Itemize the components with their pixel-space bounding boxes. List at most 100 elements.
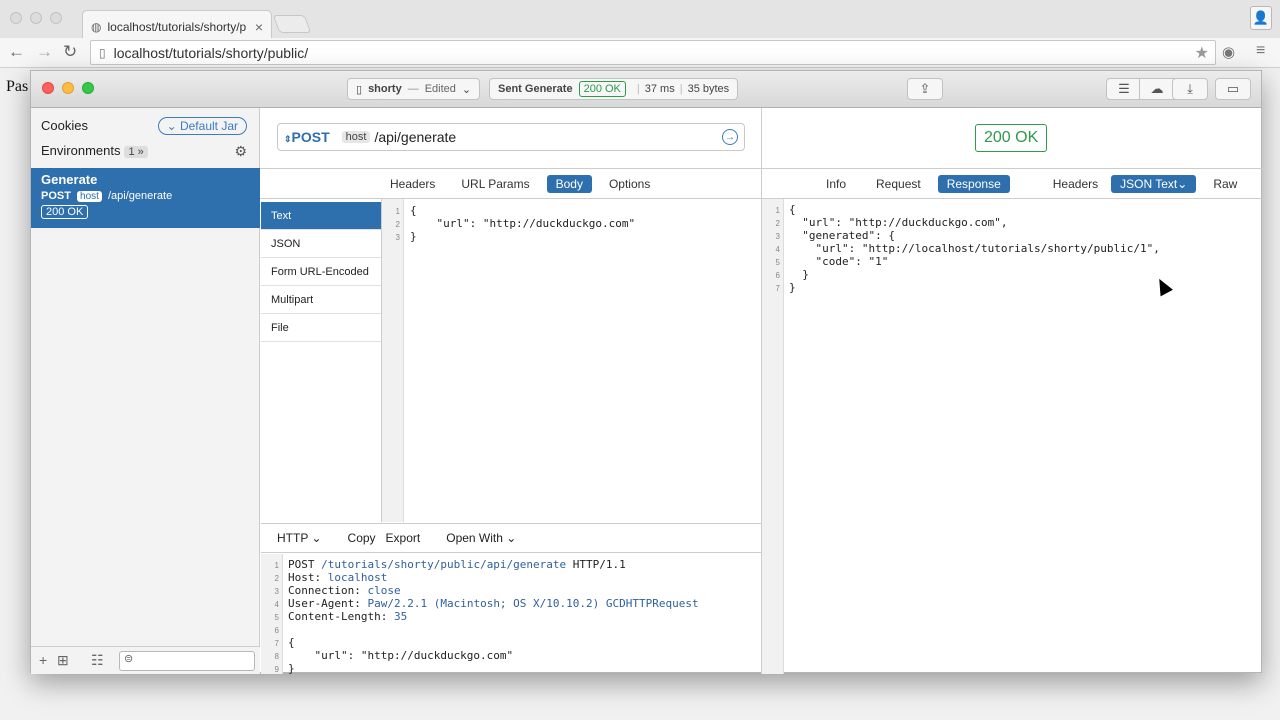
json-line: "url": "http://duckduckgo.com",: [789, 216, 1008, 229]
request-path: /api/generate: [107, 190, 173, 202]
document-name: shorty: [368, 83, 402, 95]
browser-zoom-button[interactable]: [50, 12, 62, 24]
raw-line: Connection: close: [288, 584, 401, 597]
tab-url-params[interactable]: URL Params: [452, 175, 538, 193]
open-with-button[interactable]: Open With ⌄: [446, 531, 516, 545]
document-state: Edited: [424, 83, 456, 95]
browser-tab[interactable]: ◍ localhost/tutorials/shorty/p ×: [82, 10, 272, 38]
chevron-down-icon: ⌄: [1177, 177, 1188, 191]
document-selector[interactable]: ▯ shorty — Edited ⌄: [347, 78, 481, 100]
header-value: Paw/2.2.1 (Macintosh; OS X/10.10.2) GCDH…: [367, 597, 699, 610]
raw-method: POST: [288, 558, 315, 571]
search-input[interactable]: ⊜: [119, 651, 255, 671]
status-badge: 200 OK: [578, 81, 626, 97]
format-selector[interactable]: HTTP ⌄: [277, 531, 322, 545]
line-number: 5: [274, 613, 279, 622]
tab-resp-headers[interactable]: Headers: [1044, 175, 1107, 193]
chevron-down-icon: ⌄: [506, 531, 517, 545]
tab-response[interactable]: Response: [937, 175, 1010, 193]
body-type-form[interactable]: Form URL-Encoded: [261, 258, 381, 286]
send-icon[interactable]: →: [722, 129, 738, 145]
copy-button[interactable]: Copy: [348, 531, 376, 545]
response-size: 35 bytes: [687, 83, 730, 95]
environments-label[interactable]: Environments 1 »: [41, 143, 148, 158]
address-url: localhost/tutorials/shorty/public/: [113, 44, 309, 61]
url-host-chip: host: [341, 131, 371, 143]
body-type-file[interactable]: File: [261, 314, 381, 342]
line-number: 3: [775, 232, 780, 241]
address-bar[interactable]: ▯ localhost/tutorials/shorty/public/ ★: [90, 40, 1216, 65]
response-status-badge: 200 OK: [975, 124, 1048, 152]
reload-icon[interactable]: ↻: [63, 42, 77, 62]
browser-minimize-button[interactable]: [30, 12, 42, 24]
raw-line: Host: localhost: [288, 571, 387, 584]
request-url-field[interactable]: ⇕POST host /api/generate →: [277, 123, 745, 151]
code-line: "url": "http://duckduckgo.com": [410, 217, 636, 230]
environments-text: Environments: [41, 143, 121, 158]
close-icon[interactable]: ×: [255, 19, 263, 35]
window-zoom-button[interactable]: [82, 82, 94, 94]
star-icon[interactable]: ★: [1195, 43, 1209, 63]
add-icon[interactable]: +: [39, 652, 47, 668]
profile-icon[interactable]: 👤: [1250, 6, 1272, 30]
line-number: 9: [274, 665, 279, 674]
export-button[interactable]: Export: [386, 531, 421, 545]
cookie-jar-selector[interactable]: ⌄ Default Jar: [157, 117, 247, 135]
json-line: "code": "1": [789, 255, 889, 268]
raw-request-view: 1 2 3 4 5 6 7 8 9 POST /tutorials/shorty…: [261, 554, 761, 675]
line-number: 3: [395, 233, 400, 242]
sync-button[interactable]: ☁: [1139, 78, 1175, 100]
json-text-selector[interactable]: JSON Text⌄: [1111, 175, 1197, 193]
browser-tab-strip: ◍ localhost/tutorials/shorty/p × 👤: [0, 0, 1280, 38]
tab-raw[interactable]: Raw: [1204, 175, 1246, 193]
request-tabs: Headers URL Params Body Options: [377, 175, 663, 193]
add-group-icon[interactable]: ⊞: [57, 652, 69, 669]
body-editor[interactable]: 1 2 3 { "url": "http://duckduckgo.com" }: [381, 199, 761, 522]
chevron-down-icon: ⌄: [461, 83, 472, 96]
tab-options[interactable]: Options: [600, 175, 659, 193]
raw-line: "url": "http://duckduckgo.com": [288, 649, 514, 662]
menu-icon[interactable]: ≡: [1256, 42, 1265, 60]
app-titlebar: ▯ shorty — Edited ⌄ Sent Generate 200 OK…: [31, 71, 1261, 108]
request-list-item[interactable]: Generate POST host /api/generate 200 OK: [31, 168, 260, 228]
layout-toggle-button[interactable]: ▭: [1215, 78, 1251, 100]
import-button[interactable]: ⤓: [1172, 78, 1208, 100]
gear-icon[interactable]: ⚙: [234, 143, 247, 160]
sort-icon[interactable]: ☷: [91, 652, 104, 669]
url-path: /api/generate: [374, 129, 457, 145]
tab-info[interactable]: Info: [817, 175, 855, 193]
cloud-icon: ☁: [1150, 81, 1164, 96]
back-icon[interactable]: ←: [8, 42, 25, 62]
json-text-label: JSON Text: [1120, 177, 1178, 191]
request-method: POST: [41, 190, 71, 202]
camera-icon[interactable]: ◉: [1222, 43, 1235, 61]
line-number: 1: [395, 207, 400, 216]
tab-request[interactable]: Request: [867, 175, 930, 193]
new-tab-button[interactable]: [272, 15, 312, 33]
line-number: 4: [775, 245, 780, 254]
share-button[interactable]: ⇪: [907, 78, 943, 100]
header-value: 35: [393, 610, 408, 623]
page-text-peek: Pas: [6, 78, 29, 95]
export-button[interactable]: ☰: [1106, 78, 1142, 100]
line-number: 1: [274, 561, 279, 570]
json-line: }: [789, 268, 809, 281]
raw-line: }: [288, 662, 295, 675]
window-minimize-button[interactable]: [62, 82, 74, 94]
forward-icon[interactable]: →: [36, 42, 53, 62]
document-icon: ▯: [356, 83, 363, 96]
tab-body[interactable]: Body: [546, 175, 592, 193]
raw-toolbar: HTTP ⌄ Copy Export Open With ⌄: [261, 523, 761, 553]
tab-headers[interactable]: Headers: [381, 175, 444, 193]
body-type-multipart[interactable]: Multipart: [261, 286, 381, 314]
request-name: Generate: [41, 172, 98, 187]
browser-close-button[interactable]: [10, 12, 22, 24]
method-label: POST: [291, 129, 330, 145]
method-selector[interactable]: ⇕POST: [284, 129, 330, 145]
chevron-down-icon: ⌄: [311, 531, 322, 545]
body-type-text[interactable]: Text: [261, 202, 381, 230]
header-value: localhost: [327, 571, 388, 584]
raw-line: POST /tutorials/shorty/public/api/genera…: [288, 558, 626, 571]
body-type-json[interactable]: JSON: [261, 230, 381, 258]
window-close-button[interactable]: [42, 82, 54, 94]
